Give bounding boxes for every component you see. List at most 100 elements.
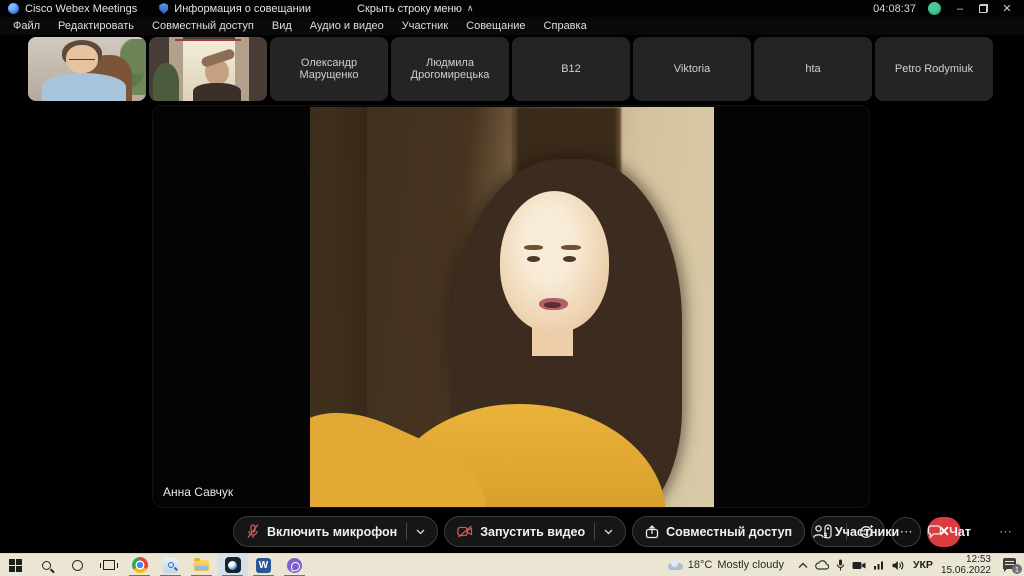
webex-window: Cisco Webex Meetings Информация о совеща… (0, 0, 1024, 576)
cortana-button[interactable] (62, 554, 93, 576)
minimize-button[interactable]: – (953, 3, 967, 15)
notification-badge: 1 (1012, 564, 1022, 574)
word-app-button[interactable]: W (248, 554, 279, 576)
menu-edit[interactable]: Редактировать (49, 17, 143, 35)
cortana-icon (72, 560, 83, 571)
participant-1-shirt (42, 73, 126, 101)
meeting-info-shield-icon (159, 3, 168, 14)
participant-name-tile[interactable]: Petro Rodymiuk (875, 37, 993, 101)
viber-icon (287, 558, 302, 573)
participant-name-tile[interactable]: B12 (512, 37, 630, 101)
titlebar-right: 04:08:37 – ✕ (873, 2, 1024, 15)
titlebar: Cisco Webex Meetings Информация о совеща… (0, 0, 1024, 17)
unmute-mic-button[interactable]: Включить микрофон (233, 516, 438, 547)
hide-menu-button[interactable]: Скрыть строку меню ∧ (357, 3, 473, 15)
task-view-icon (103, 560, 115, 570)
participant-filmstrip: Олександр Марущенко Людмила Дрогомирецьк… (0, 35, 1024, 103)
participant-name-tile[interactable]: Viktoria (633, 37, 751, 101)
webex-logo-icon (8, 3, 19, 14)
file-explorer-button[interactable] (186, 554, 217, 576)
start-video-button[interactable]: Запустить видео (444, 516, 626, 547)
menu-participant[interactable]: Участник (393, 17, 457, 35)
participant-video-tile-1[interactable] (28, 37, 146, 101)
onedrive-cloud-icon[interactable] (815, 560, 829, 570)
participant-name-tile[interactable]: Людмила Дрогомирецька (391, 37, 509, 101)
taskbar-clock[interactable]: 12:53 15.06.2022 (941, 554, 991, 576)
meeting-elapsed-time: 04:08:37 (873, 3, 916, 15)
mic-muted-icon (246, 524, 260, 539)
chevron-up-icon: ∧ (467, 3, 474, 14)
participant-2-body (193, 83, 241, 101)
taskbar-apps: W (0, 554, 310, 576)
meeting-controls: Включить микрофон Запустить видео (0, 510, 1024, 553)
clock-time: 12:53 (941, 554, 991, 565)
active-speaker-video (310, 107, 714, 508)
windows-taskbar: W 18°C Mostly cloudy (0, 553, 1024, 576)
tray-expand-chevron-icon[interactable] (798, 562, 808, 569)
taskbar-tray: 18°C Mostly cloudy (668, 554, 1024, 576)
active-speaker-name: Анна Савчук (163, 485, 233, 499)
participant-1-glasses (69, 55, 95, 60)
chat-panel-button[interactable]: Чат (927, 524, 971, 539)
chrome-app-button[interactable] (124, 554, 155, 576)
titlebar-left: Cisco Webex Meetings Информация о совеща… (0, 3, 473, 15)
action-center-button[interactable]: 1 (1003, 557, 1020, 573)
menu-audio-video[interactable]: Аудио и видео (301, 17, 393, 35)
system-tray (798, 559, 905, 571)
webex-app-button[interactable] (217, 554, 248, 576)
participant-video-tile-2[interactable] (149, 37, 267, 101)
speaker-mouth (544, 302, 561, 308)
microphone-tray-icon[interactable] (836, 559, 845, 571)
weather-condition: Mostly cloudy (717, 559, 784, 571)
share-screen-icon (645, 525, 659, 539)
controls-right: Участники Чат ⋯ (813, 516, 1012, 547)
chrome-icon (132, 557, 148, 573)
menu-view[interactable]: Вид (263, 17, 301, 35)
divider (594, 523, 595, 540)
search-icon (42, 561, 51, 570)
close-button[interactable]: ✕ (1000, 2, 1014, 15)
chevron-down-icon[interactable] (604, 529, 613, 535)
search-app-button[interactable] (155, 554, 186, 576)
chevron-down-icon[interactable] (416, 529, 425, 535)
speaker-eye (563, 256, 576, 262)
weather-temp: 18°C (688, 559, 713, 571)
start-button[interactable] (0, 554, 31, 576)
connection-status-icon (928, 2, 941, 15)
weather-widget[interactable]: 18°C Mostly cloudy (668, 559, 784, 571)
participant-name-tile[interactable]: Олександр Марущенко (270, 37, 388, 101)
plant-decor (153, 63, 179, 101)
active-speaker-panel: Анна Савчук (152, 105, 870, 508)
menubar: Файл Редактировать Совместный доступ Вид… (0, 17, 1024, 35)
menu-help[interactable]: Справка (535, 17, 596, 35)
stage: Анна Савчук (0, 103, 1024, 510)
meeting-info-button[interactable]: Информация о совещании (174, 3, 311, 15)
clock-date: 15.06.2022 (941, 565, 991, 576)
camera-off-icon (457, 525, 473, 538)
menu-share[interactable]: Совместный доступ (143, 17, 263, 35)
word-icon: W (256, 558, 271, 573)
participants-panel-button[interactable]: Участники (813, 524, 899, 539)
folder-icon (194, 560, 209, 571)
menu-meeting[interactable]: Совещание (457, 17, 534, 35)
network-signal-icon[interactable] (873, 560, 885, 570)
webex-icon (225, 557, 241, 573)
panel-more-options-button[interactable]: ⋯ (999, 524, 1012, 540)
camera-tray-icon[interactable] (852, 561, 866, 570)
divider (406, 523, 407, 540)
task-view-button[interactable] (93, 554, 124, 576)
language-indicator[interactable]: УКР (913, 559, 933, 571)
menu-file[interactable]: Файл (4, 17, 49, 35)
participants-icon (813, 524, 828, 539)
participant-video-2-art (149, 37, 267, 101)
speaker-volume-icon[interactable] (892, 560, 905, 571)
windows-logo-icon (9, 559, 22, 572)
speaker-brow (524, 245, 544, 251)
taskbar-search-button[interactable] (31, 554, 62, 576)
viber-app-button[interactable] (279, 554, 310, 576)
share-content-button[interactable]: Совместный доступ (632, 516, 805, 547)
participant-name-tile[interactable]: hta (754, 37, 872, 101)
restore-button[interactable] (979, 4, 988, 13)
speaker-brow (561, 245, 581, 251)
speaker-eye (527, 256, 540, 262)
